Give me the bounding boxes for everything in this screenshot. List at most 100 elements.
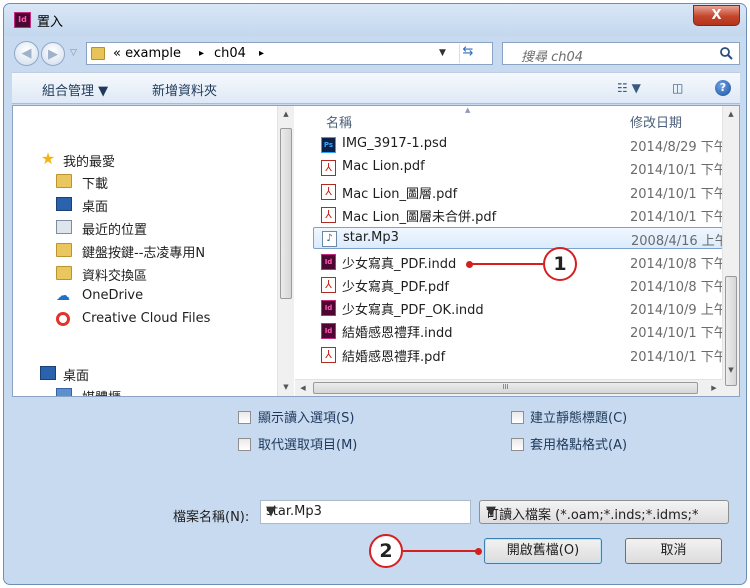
desktop-icon <box>56 197 72 211</box>
download-folder-icon <box>56 174 72 188</box>
view-options-icon[interactable]: ☷ ▼ <box>617 81 641 95</box>
column-header-name[interactable]: 名稱 <box>326 112 352 131</box>
chevron-down-icon[interactable]: ▼ <box>486 504 722 519</box>
scroll-right-icon[interactable]: ▶ <box>706 380 722 396</box>
file-row[interactable]: ⅄ 結婚感恩禮拜.pdf 2014/10/1 下午 <box>313 344 727 366</box>
pdf-file-icon: ⅄ <box>321 183 336 200</box>
creative-cloud-icon <box>56 312 70 326</box>
file-list: ▲ 名稱 修改日期 Ps IMG_3917-1.psd 2014/8/29 下午 ⅄ M… <box>295 106 740 396</box>
file-name: Mac Lion_圖層未合併.pdf <box>342 209 497 225</box>
scroll-up-icon[interactable]: ▲ <box>723 106 739 123</box>
callout-2-badge: 2 <box>369 534 403 568</box>
sort-arrow-icon: ▲ <box>465 106 471 114</box>
sidebar-item-libraries[interactable]: 媒體櫃 <box>13 385 278 396</box>
file-date: 2014/10/8 下午 <box>630 279 727 295</box>
file-row[interactable]: Ps IMG_3917-1.psd 2014/8/29 下午 <box>313 134 727 156</box>
horizontal-scrollbar[interactable]: ◀ III ▶ <box>295 379 723 396</box>
new-folder-button[interactable]: 新增資料夾 <box>152 80 217 99</box>
scroll-up-icon[interactable]: ▲ <box>278 106 294 123</box>
sidebar-item-label: Creative Cloud Files <box>82 311 211 326</box>
file-name: 結婚感恩禮拜.pdf <box>342 349 446 365</box>
sidebar-item-downloads[interactable]: 下載 <box>13 171 278 193</box>
sidebar-item-favorites[interactable]: ★ 我的最愛 <box>13 149 278 171</box>
organize-button[interactable]: 組合管理 ▼ <box>42 80 108 99</box>
column-header-date[interactable]: 修改日期 <box>630 112 682 131</box>
file-list-scrollbar[interactable]: ▲ ▼ <box>722 106 739 396</box>
sidebar-item-exchange[interactable]: 資料交換區 <box>13 263 278 285</box>
sidebar-item-label: 下載 <box>82 177 109 192</box>
refresh-icon[interactable]: ⇆ <box>459 44 476 63</box>
help-icon[interactable]: ? <box>715 80 731 96</box>
indesign-file-icon: Id <box>321 300 336 317</box>
replace-selected-label[interactable]: 取代選取項目(M) <box>258 434 357 453</box>
show-import-options-checkbox[interactable] <box>238 411 251 424</box>
chevron-down-icon[interactable]: ▼ <box>266 504 465 519</box>
filename-label: 檔案名稱(N): <box>173 510 250 525</box>
file-row[interactable]: Id 少女寫真_PDF_OK.indd 2014/10/9 上午 <box>313 297 727 319</box>
sidebar-item-creative-cloud[interactable]: Creative Cloud Files <box>13 309 278 331</box>
file-row[interactable]: Id 少女寫真_PDF.indd 2014/10/8 下午 <box>313 251 727 273</box>
file-type-select[interactable]: 可讀入檔案 (*.oam;*.inds;*.idms;* ▼ <box>479 500 729 524</box>
address-bar[interactable]: « example ▸ ch04 ▸ ▼ ⇆ <box>86 42 493 65</box>
file-row[interactable]: ⅄ Mac Lion.pdf 2014/10/1 下午 <box>313 157 727 179</box>
apply-grid-format-checkbox[interactable] <box>511 438 524 451</box>
breadcrumb-example[interactable]: « example <box>113 46 181 61</box>
navigation-pane: ★ 我的最愛 下載 桌面 最近的位置 鍵盤按鍵--志凌專用N 資料交換區 ☁ O… <box>13 106 295 396</box>
file-row[interactable]: ⅄ Mac Lion_圖層未合併.pdf 2014/10/1 下午 <box>313 204 727 226</box>
scroll-thumb[interactable] <box>280 128 292 299</box>
sidebar-item-label: 最近的位置 <box>82 223 148 238</box>
pdf-file-icon: ⅄ <box>321 346 336 363</box>
file-name: Mac Lion.pdf <box>342 159 425 175</box>
scroll-left-icon[interactable]: ◀ <box>295 380 311 396</box>
indesign-file-icon: Id <box>321 253 336 270</box>
close-button[interactable]: X <box>693 5 740 26</box>
file-date: 2014/10/1 下午 <box>630 209 727 225</box>
sidebar-item-desktop-root[interactable]: 桌面 <box>13 363 278 385</box>
apply-grid-format-label[interactable]: 套用格點格式(A) <box>530 434 627 453</box>
file-date: 2014/10/8 下午 <box>630 256 727 272</box>
cancel-button[interactable]: 取消 <box>625 538 722 564</box>
sidebar-item-label: 桌面 <box>82 200 109 215</box>
replace-selected-checkbox[interactable] <box>238 438 251 451</box>
sidebar-item-keyboard[interactable]: 鍵盤按鍵--志凌專用N <box>13 240 278 262</box>
preview-pane-icon[interactable]: ◫ <box>672 81 683 95</box>
file-date: 2014/8/29 下午 <box>630 140 727 155</box>
folder-icon <box>56 243 72 257</box>
recent-pages-icon[interactable]: ▽ <box>70 48 77 58</box>
chevron-down-icon[interactable]: ▼ <box>439 48 446 58</box>
file-row[interactable]: ⅄ Mac Lion_圖層.pdf 2014/10/1 下午 <box>313 181 727 203</box>
file-row[interactable]: Id 結婚感恩禮拜.indd 2014/10/1 下午 <box>313 320 727 342</box>
scroll-down-icon[interactable]: ▼ <box>278 379 294 396</box>
search-icon[interactable] <box>719 46 734 61</box>
scroll-down-icon[interactable]: ▼ <box>723 362 739 379</box>
forward-button[interactable]: ▶ <box>41 42 65 66</box>
library-icon <box>56 388 72 396</box>
indesign-file-icon: Id <box>321 323 336 340</box>
filename-field[interactable]: star.Mp3 ▼ <box>260 500 471 524</box>
search-box[interactable]: 搜尋 ch04 <box>502 42 740 65</box>
sidebar-item-desktop[interactable]: 桌面 <box>13 194 278 216</box>
title-bar: Id 置入 X <box>4 4 746 36</box>
file-date: 2014/10/1 下午 <box>630 186 727 202</box>
navigation-scrollbar[interactable]: ▲ ▼ <box>277 106 294 396</box>
sidebar-item-label: OneDrive <box>82 288 144 303</box>
sidebar-item-recent[interactable]: 最近的位置 <box>13 217 278 239</box>
file-name: 少女寫真_PDF.indd <box>342 256 457 272</box>
create-static-caption-checkbox[interactable] <box>511 411 524 424</box>
command-bar: 組合管理 ▼ 新增資料夾 ☷ ▼ ◫ ? <box>12 72 740 104</box>
sidebar-item-onedrive[interactable]: ☁ OneDrive <box>13 286 278 308</box>
breadcrumb-ch04[interactable]: ch04 <box>214 46 246 61</box>
show-import-options-label[interactable]: 顯示讀入選項(S) <box>258 407 354 426</box>
file-row[interactable]: ♪ star.Mp3 2008/4/16 上午 <box>313 227 728 250</box>
callout-1-badge: 1 <box>543 247 577 281</box>
star-icon: ★ <box>40 149 56 168</box>
callout-2-line <box>403 550 478 552</box>
file-row[interactable]: ⅄ 少女寫真_PDF.pdf 2014/10/8 下午 <box>313 274 727 296</box>
open-button[interactable]: 開啟舊檔(O) <box>484 538 602 564</box>
create-static-caption-label[interactable]: 建立靜態標題(C) <box>530 407 627 426</box>
sidebar-item-label: 桌面 <box>63 369 90 384</box>
place-dialog: Id 置入 X ◀ ▶ ▽ « example ▸ ch04 ▸ ▼ ⇆ 搜尋 … <box>3 3 747 585</box>
file-date: 2014/10/1 下午 <box>630 326 727 342</box>
back-button[interactable]: ◀ <box>14 41 39 66</box>
horizontal-scroll-thumb[interactable]: III <box>313 382 698 394</box>
